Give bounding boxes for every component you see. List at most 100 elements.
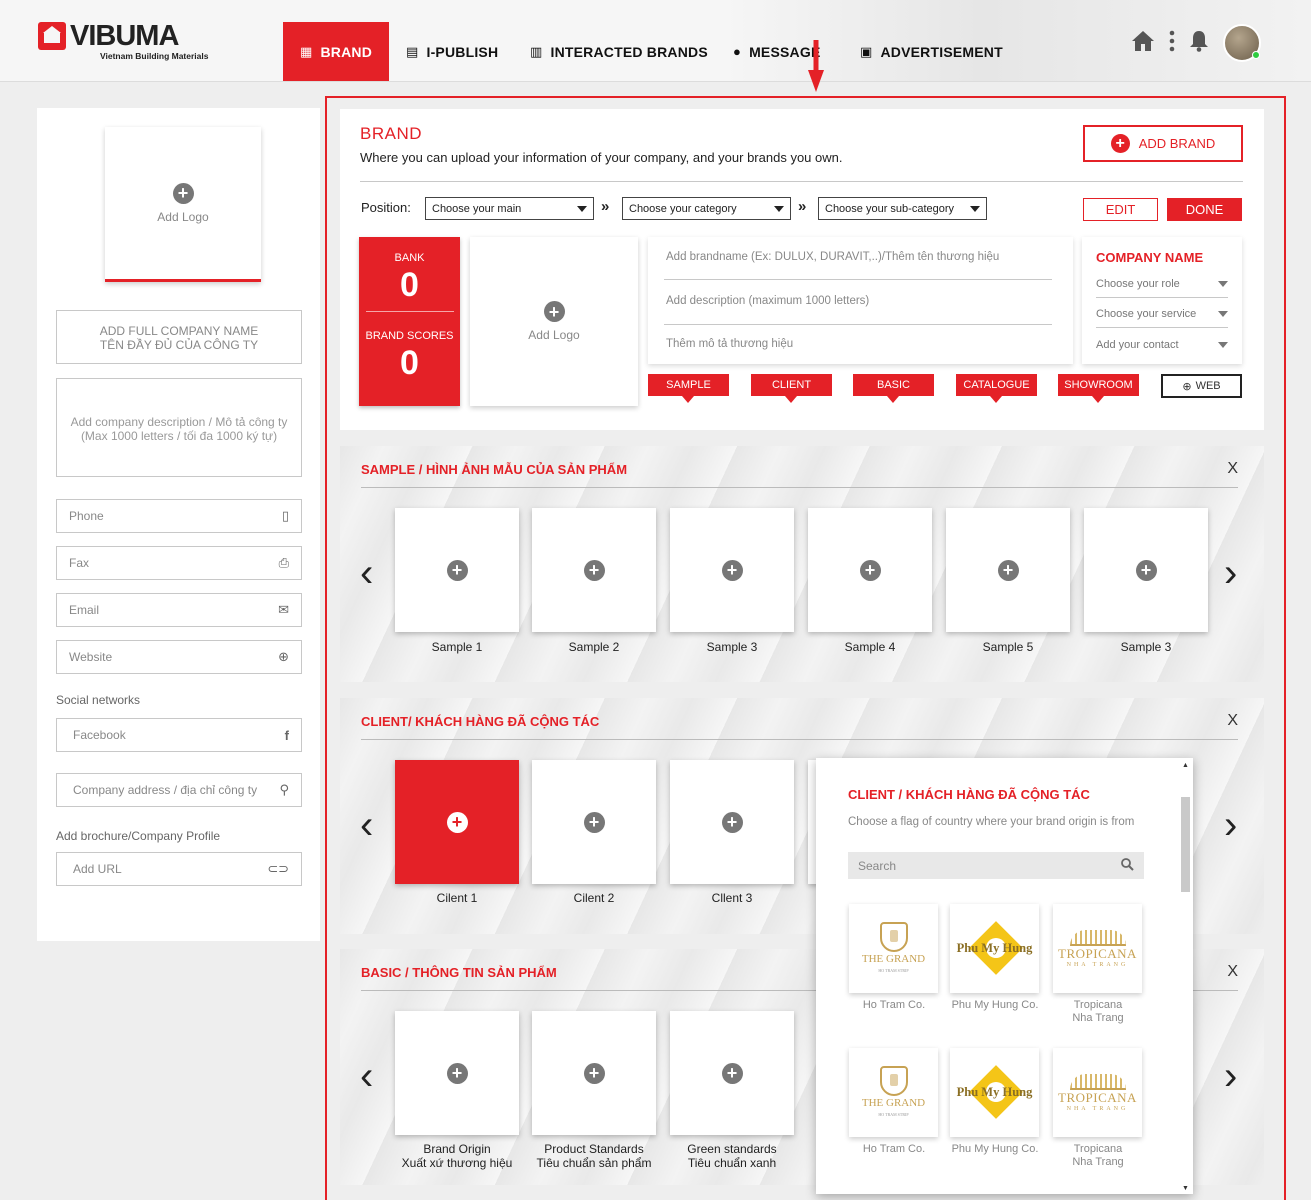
close-section-button[interactable]: X xyxy=(1227,712,1238,730)
role-select[interactable]: Choose your role xyxy=(1096,278,1228,290)
facebook-field[interactable]: Facebook f xyxy=(56,718,302,752)
client-picker-popup: CLIENT / KHÁCH HÀNG ĐÃ CỘNG TÁC Choose a… xyxy=(816,758,1193,1194)
chevron-right-icon[interactable]: › xyxy=(1224,1056,1237,1096)
chevron-left-icon[interactable]: ‹ xyxy=(360,1056,373,1096)
website-field[interactable]: Website ⊕ xyxy=(56,640,302,674)
basic-tile[interactable]: + xyxy=(532,1011,656,1135)
basic-tile[interactable]: + xyxy=(670,1011,794,1135)
popup-title: CLIENT / KHÁCH HÀNG ĐÃ CỘNG TÁC xyxy=(848,787,1090,802)
tag-client[interactable]: CLIENT xyxy=(751,374,832,403)
plus-icon: + xyxy=(446,559,468,581)
sub-category-select[interactable]: Choose your sub-category xyxy=(818,197,987,220)
close-section-button[interactable]: X xyxy=(1227,963,1238,981)
home-icon[interactable] xyxy=(1131,30,1155,57)
online-status-dot xyxy=(1252,51,1260,59)
client-name-line2: Nha Trang xyxy=(1072,1012,1124,1024)
fax-placeholder: Fax xyxy=(69,556,90,570)
tag-catalogue[interactable]: CATALOGUE xyxy=(956,374,1037,403)
company-info-panel: COMPANY NAME Choose your role Choose you… xyxy=(1082,237,1242,364)
scrollbar-thumb[interactable] xyxy=(1181,797,1190,892)
chevron-left-icon[interactable]: ‹ xyxy=(360,553,373,593)
nav-tab-advertisement[interactable]: ▣ ADVERTISEMENT xyxy=(860,22,1003,81)
close-section-button[interactable]: X xyxy=(1227,460,1238,478)
phone-field[interactable]: Phone ▯ xyxy=(56,499,302,533)
description-vi-input[interactable]: Thêm mô tả thương hiệu xyxy=(666,338,1052,350)
user-avatar[interactable] xyxy=(1223,24,1261,62)
category-select-value: Choose your category xyxy=(629,202,737,215)
client-tile-selected[interactable]: + xyxy=(395,760,519,884)
nav-tab-interacted-brands[interactable]: ▥ INTERACTED BRANDS xyxy=(530,22,708,81)
client-logo-phu-my-hung[interactable]: Phu My Hung xyxy=(950,1048,1039,1137)
email-field[interactable]: Email ✉ xyxy=(56,593,302,627)
fax-field[interactable]: Fax ⎙ xyxy=(56,546,302,580)
caret-down-icon xyxy=(1218,311,1228,317)
brand-subtitle: Where you can upload your information of… xyxy=(360,150,843,165)
client-logo-tropicana[interactable]: TROPICANA NHA TRANG xyxy=(1053,1048,1142,1137)
sample-tile[interactable]: + xyxy=(808,508,932,632)
scroll-down-icon[interactable]: ▼ xyxy=(1182,1185,1189,1192)
basic-tile[interactable]: + xyxy=(395,1011,519,1135)
caret-down-icon xyxy=(970,205,980,212)
email-placeholder: Email xyxy=(69,603,100,617)
description-placeholder: Add company description / Mô tả công ty xyxy=(70,415,288,429)
tag-basic[interactable]: BASIC xyxy=(853,374,934,403)
nav-tab-brand[interactable]: ▦ BRAND xyxy=(283,22,389,81)
add-brand-logo[interactable]: + Add Logo xyxy=(470,237,638,406)
sample-label: Sample 5 xyxy=(982,640,1034,654)
double-chevron-icon: » xyxy=(798,198,807,215)
plus-icon: + xyxy=(446,811,468,833)
publish-icon: ▤ xyxy=(406,43,419,59)
chevron-right-icon[interactable]: › xyxy=(1224,553,1237,593)
brand-info-inputs: Add brandname (Ex: DULUX, DURAVIT,..)/Th… xyxy=(648,237,1073,364)
chevron-right-icon[interactable]: › xyxy=(1224,805,1237,845)
contact-select[interactable]: Add your contact xyxy=(1096,339,1228,351)
client-tile[interactable]: + xyxy=(670,760,794,884)
client-label: Cilent 1 xyxy=(436,891,478,905)
brochure-url-field[interactable]: Add URL ⊂⊃ xyxy=(56,852,302,886)
company-address-field[interactable]: Company address / địa chỉ công ty ⚲ xyxy=(56,773,302,807)
client-logo-tropicana[interactable]: TROPICANA NHA TRANG xyxy=(1053,904,1142,993)
category-select[interactable]: Choose your category xyxy=(622,197,791,220)
plus-icon: + xyxy=(446,1062,468,1084)
vibuma-logo[interactable]: VIBUMA Vietnam Building Materials xyxy=(38,22,208,61)
main-select[interactable]: Choose your main xyxy=(425,197,594,220)
client-logo-the-grand[interactable]: THE GRAND HO TRAM STRIP xyxy=(849,904,938,993)
client-logo-phu-my-hung[interactable]: Phu My Hung xyxy=(950,904,1039,993)
more-vertical-icon[interactable] xyxy=(1169,30,1175,57)
plus-icon: + xyxy=(997,559,1019,581)
company-description-field[interactable]: Add company description / Mô tả công ty … xyxy=(56,378,302,477)
service-select[interactable]: Choose your service xyxy=(1096,308,1228,320)
nav-tab-i-publish[interactable]: ▤ I-PUBLISH xyxy=(406,22,498,81)
edit-button[interactable]: EDIT xyxy=(1083,198,1158,221)
plus-icon: + xyxy=(583,811,605,833)
sample-tile[interactable]: + xyxy=(532,508,656,632)
add-company-logo[interactable]: + Add Logo xyxy=(105,127,261,282)
done-button[interactable]: DONE xyxy=(1167,198,1242,221)
company-name-field[interactable]: ADD FULL COMPANY NAME TÊN ĐẦY ĐỦ CỦA CÔN… xyxy=(56,310,302,364)
bell-icon[interactable] xyxy=(1189,30,1209,57)
client-name: Tropicana Nha Trang xyxy=(1048,999,1148,1025)
brandname-input[interactable]: Add brandname (Ex: DULUX, DURAVIT,..)/Th… xyxy=(666,251,1052,263)
add-brand-button[interactable]: + ADD BRAND xyxy=(1083,125,1243,162)
sample-tile[interactable]: + xyxy=(395,508,519,632)
popup-scrollbar[interactable]: ▲ ▼ xyxy=(1181,762,1190,1192)
tropicana-logo: TROPICANA NHA TRANG xyxy=(1058,1073,1137,1112)
position-label: Position: xyxy=(361,200,411,215)
chevron-left-icon[interactable]: ‹ xyxy=(360,805,373,845)
client-search-input[interactable]: Search xyxy=(848,852,1144,879)
search-icon[interactable] xyxy=(1121,857,1134,874)
client-logo-the-grand[interactable]: THE GRAND HO TRAM STRIP xyxy=(849,1048,938,1137)
sample-tile[interactable]: + xyxy=(946,508,1070,632)
link-icon: ⊂⊃ xyxy=(267,861,289,876)
web-button[interactable]: ⊕ WEB xyxy=(1161,374,1242,398)
sample-tile[interactable]: + xyxy=(670,508,794,632)
tag-sample[interactable]: SAMPLE xyxy=(648,374,729,403)
plus-icon: + xyxy=(583,1062,605,1084)
facebook-icon: f xyxy=(284,727,289,743)
sample-tile[interactable]: + xyxy=(1084,508,1208,632)
plus-icon: + xyxy=(721,1062,743,1084)
tag-showroom[interactable]: SHOWROOM xyxy=(1058,374,1139,403)
description-input[interactable]: Add description (maximum 1000 letters) xyxy=(666,295,1052,307)
scroll-up-icon[interactable]: ▲ xyxy=(1182,762,1189,769)
client-tile[interactable]: + xyxy=(532,760,656,884)
